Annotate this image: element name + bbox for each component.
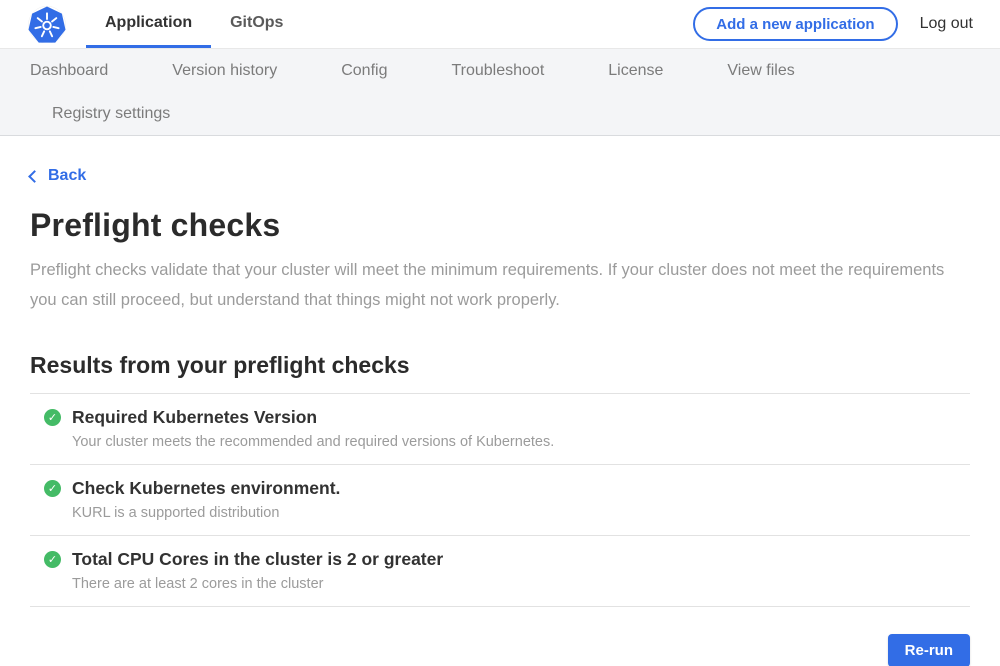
subnav-item-view-files[interactable]: View files [727,49,794,92]
subnav-item-config[interactable]: Config [341,49,387,92]
tab-gitops[interactable]: GitOps [211,0,302,48]
kubernetes-logo [28,0,66,48]
check-item-title: Check Kubernetes environment. [72,478,340,499]
subnav-item-license[interactable]: License [608,49,663,92]
chevron-left-icon [28,170,41,183]
kubernetes-logo-icon [28,5,66,43]
logout-link[interactable]: Log out [918,15,975,33]
check-passed-icon: ✓ [44,551,61,568]
results-heading: Results from your preflight checks [30,352,970,379]
app-sub-navigation: Dashboard Version history Config Trouble… [0,49,1000,136]
subnav-item-registry-settings[interactable]: Registry settings [52,92,170,135]
check-item-cpu-cores: ✓ Total CPU Cores in the cluster is 2 or… [30,535,970,607]
top-nav-right: Add a new application Log out [693,0,975,48]
check-item-header: ✓ Check Kubernetes environment. [44,478,970,499]
subnav-item-troubleshoot[interactable]: Troubleshoot [451,49,544,92]
page-description: Preflight checks validate that your clus… [30,255,948,315]
check-item-detail: There are at least 2 cores in the cluste… [72,576,970,592]
check-item-detail: Your cluster meets the recommended and r… [72,434,970,450]
top-navigation-bar: Application GitOps Add a new application… [0,0,1000,49]
preflight-check-list: ✓ Required Kubernetes Version Your clust… [30,393,970,607]
check-item-kubernetes-environment: ✓ Check Kubernetes environment. KURL is … [30,464,970,535]
check-passed-icon: ✓ [44,409,61,426]
tab-application[interactable]: Application [86,0,211,48]
add-new-application-button[interactable]: Add a new application [693,7,897,41]
check-item-title: Required Kubernetes Version [72,407,317,428]
check-item-title: Total CPU Cores in the cluster is 2 or g… [72,549,443,570]
check-item-header: ✓ Total CPU Cores in the cluster is 2 or… [44,549,970,570]
check-item-kubernetes-version: ✓ Required Kubernetes Version Your clust… [30,393,970,464]
check-item-header: ✓ Required Kubernetes Version [44,407,970,428]
check-item-detail: KURL is a supported distribution [72,505,970,521]
main-content: Back Preflight checks Preflight checks v… [0,136,1000,666]
page-title: Preflight checks [30,207,970,244]
back-link-label: Back [48,167,86,185]
subnav-item-version-history[interactable]: Version history [172,49,277,92]
back-link[interactable]: Back [30,167,86,185]
subnav-item-dashboard[interactable]: Dashboard [30,49,108,92]
check-passed-icon: ✓ [44,480,61,497]
rerun-button[interactable]: Re-run [888,634,970,666]
footer-actions: Re-run [30,634,970,666]
